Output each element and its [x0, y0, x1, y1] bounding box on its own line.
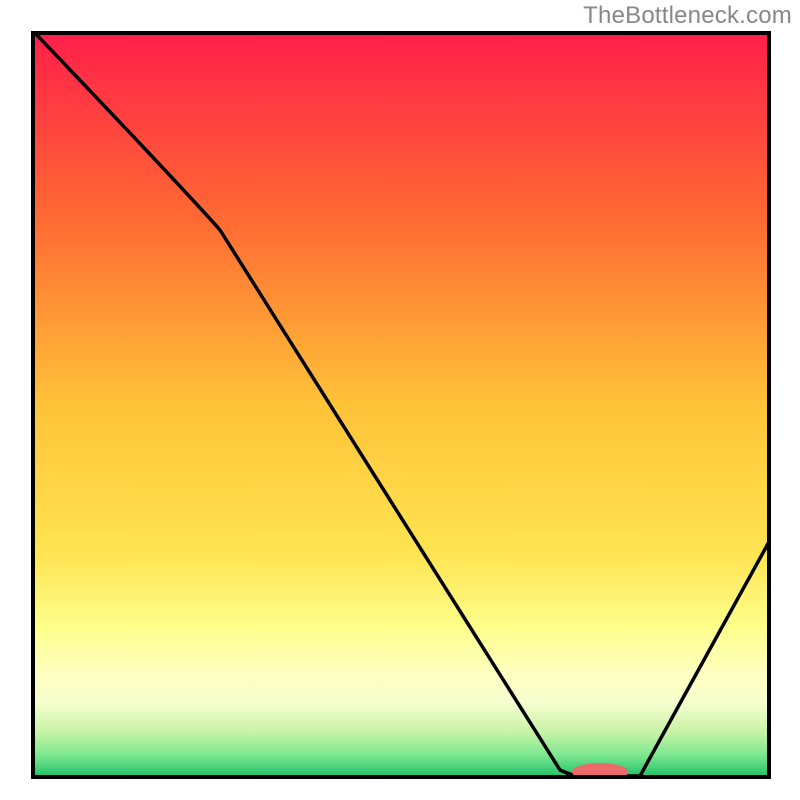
bottleneck-chart	[0, 0, 800, 800]
gradient-background	[33, 33, 769, 777]
watermark-text: TheBottleneck.com	[583, 2, 792, 30]
